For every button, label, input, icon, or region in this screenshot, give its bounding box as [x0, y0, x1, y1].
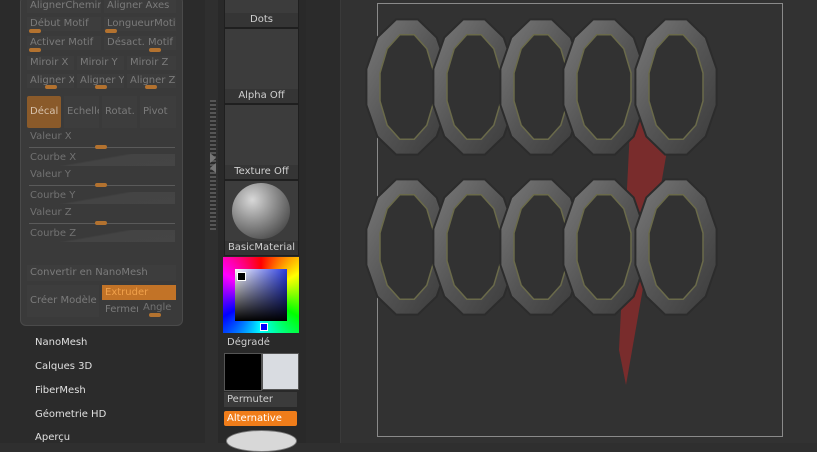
color-picker[interactable] — [223, 257, 299, 333]
secondary-color-swatch[interactable] — [262, 353, 299, 390]
menu-preview[interactable]: Aperçu — [35, 432, 70, 443]
chain-ring-hole — [576, 34, 632, 140]
menu-hd-geometry[interactable]: Géometrie HD — [35, 409, 106, 420]
convert-to-nanomesh-button[interactable]: Convertir en NanoMesh — [27, 265, 176, 281]
menu-fibermesh[interactable]: FiberMesh — [35, 385, 86, 396]
chain-ring-hole — [513, 34, 569, 140]
texture-tile[interactable]: Texture Off — [224, 104, 299, 180]
align-z-slider[interactable] — [145, 85, 157, 89]
curve-y-label: Courbe Y — [30, 190, 76, 201]
value-x-label: Valeur X — [30, 131, 72, 142]
curve-x-label: Courbe X — [30, 152, 77, 163]
gradient-toggle[interactable]: Dégradé — [224, 336, 297, 350]
material-label: BasicMaterial — [225, 241, 298, 255]
disable-pattern-slider[interactable] — [149, 48, 161, 52]
hue-cursor-icon[interactable] — [260, 323, 268, 331]
material-sphere-icon — [232, 183, 290, 239]
chain-model-viewport[interactable] — [341, 0, 817, 443]
angle-label: Angle — [143, 302, 172, 313]
left-tray: AlignerChemin Aligner Axes Début Motif L… — [0, 0, 205, 443]
menu-nanomesh[interactable]: NanoMesh — [35, 337, 87, 348]
value-z-slider[interactable] — [95, 221, 107, 225]
chain-ring-hole — [576, 194, 632, 300]
brush-thumbnail[interactable] — [226, 430, 297, 452]
chain-ring-hole — [513, 194, 569, 300]
close-button[interactable]: Fermer — [102, 303, 138, 317]
chain-ring-hole — [648, 194, 704, 300]
chain-ring-hole — [446, 34, 502, 140]
chain-ring-hole — [379, 194, 435, 300]
material-tile[interactable]: BasicMaterial — [224, 180, 299, 256]
collapse-arrow-icon[interactable] — [209, 152, 217, 174]
align-path-button[interactable]: AlignerChemin — [27, 0, 101, 13]
mirror-z-button[interactable]: Miroir Z — [127, 56, 176, 70]
pattern-length-slider[interactable] — [105, 29, 117, 33]
alpha-label: Alpha Off — [225, 89, 298, 103]
pivot-button[interactable]: Pivot — [140, 96, 176, 128]
chain-ring-hole — [648, 34, 704, 140]
chain-ring-hole — [379, 34, 435, 140]
enable-pattern-slider[interactable] — [29, 48, 41, 52]
pattern-start-slider[interactable] — [29, 29, 41, 33]
alternate-button[interactable]: Alternative — [224, 411, 297, 426]
value-y-slider[interactable] — [95, 183, 107, 187]
extrude-button[interactable]: Extruder — [102, 285, 176, 300]
main-color-swatch[interactable] — [224, 353, 262, 391]
stroke-dots-label: Dots — [225, 13, 298, 27]
swap-button[interactable]: Permuter — [224, 392, 297, 407]
align-axes-button[interactable]: Aligner Axes — [104, 0, 176, 13]
menu-3d-layers[interactable]: Calques 3D — [35, 361, 92, 372]
alpha-tile[interactable]: Alpha Off — [224, 28, 299, 104]
mirror-x-button[interactable]: Miroir X — [27, 56, 74, 70]
disable-pattern-button[interactable]: Désact. Motif — [104, 36, 176, 50]
texture-label: Texture Off — [225, 165, 298, 179]
value-z-label: Valeur Z — [30, 207, 72, 218]
mirror-y-button[interactable]: Miroir Y — [77, 56, 124, 70]
deformation-panel: AlignerChemin Aligner Axes Début Motif L… — [20, 0, 183, 326]
scale-button[interactable]: Echelle — [64, 96, 99, 128]
stroke-dots-tile[interactable]: Dots — [224, 0, 299, 28]
angle-slider[interactable] — [149, 313, 161, 317]
align-y-slider[interactable] — [95, 85, 107, 89]
color-cursor-icon[interactable] — [237, 272, 246, 281]
shelf-column: Dots Alpha Off Texture Off BasicMaterial… — [218, 0, 306, 452]
value-x-slider[interactable] — [95, 145, 107, 149]
value-y-label: Valeur Y — [30, 169, 71, 180]
align-x-slider[interactable] — [45, 85, 57, 89]
create-model-button[interactable]: Créer Modèle — [27, 285, 99, 317]
rotate-button[interactable]: Rotat. — [102, 96, 137, 128]
curve-z-label: Courbe Z — [30, 228, 77, 239]
offset-button[interactable]: Décal — [27, 96, 61, 128]
shelf-spacer — [306, 0, 341, 443]
document-canvas[interactable] — [341, 0, 817, 443]
chain-ring-hole — [446, 194, 502, 300]
